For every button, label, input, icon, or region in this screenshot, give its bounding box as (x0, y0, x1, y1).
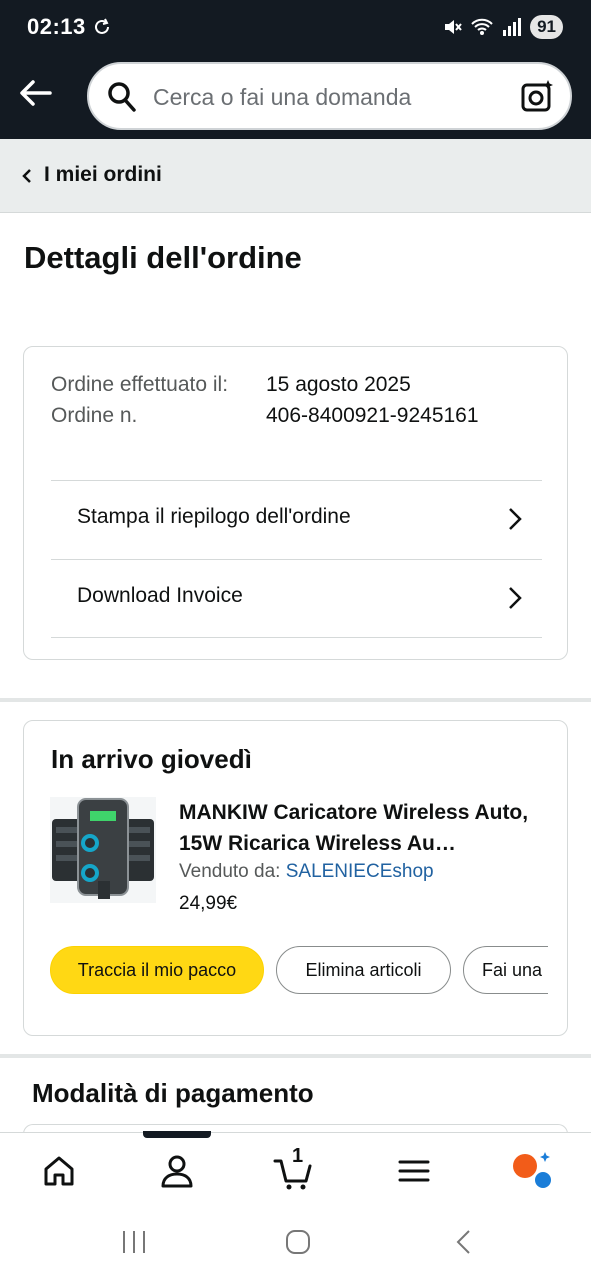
section-divider (0, 698, 591, 702)
order-meta-values: 15 agosto 2025 406-8400921-9245161 (266, 369, 479, 431)
battery-badge: 91 (530, 15, 563, 39)
product-title[interactable]: MANKIW Caricatore Wireless Auto, 15W Ric… (179, 797, 547, 859)
app-header: 02:13 91 Cerca o fai una domanda (0, 0, 591, 139)
page-title: Dettagli dell'ordine (24, 240, 302, 275)
status-time: 02:13 (27, 14, 86, 39)
home-icon[interactable] (39, 1151, 79, 1191)
order-number-label: Ordine n. (51, 404, 138, 427)
ask-question-button[interactable]: Fai una (463, 946, 548, 994)
chevron-right-icon (509, 587, 522, 609)
download-invoice-label: Download Invoice (77, 584, 243, 607)
payment-section-title: Modalità di pagamento (32, 1078, 314, 1108)
active-tab-indicator (143, 1131, 211, 1138)
chevron-right-icon (509, 508, 522, 530)
shipment-card: In arrivo giovedì MANKIW Caricatore Wire… (23, 720, 568, 1036)
breadcrumb[interactable]: I miei ordini (0, 139, 591, 213)
print-summary-link[interactable]: Stampa il riepilogo dell'ordine (51, 480, 542, 559)
bottom-nav: 1 (0, 1131, 591, 1210)
menu-icon[interactable] (394, 1151, 434, 1191)
back-button-icon[interactable] (452, 1228, 476, 1256)
product-price: 24,99€ (179, 893, 238, 914)
breadcrumb-label[interactable]: I miei ordini (44, 163, 162, 187)
delete-items-button[interactable]: Elimina articoli (276, 946, 451, 994)
search-icon (108, 82, 136, 112)
search-bar[interactable]: Cerca o fai una domanda (87, 62, 572, 130)
sync-icon (95, 18, 109, 34)
sold-by-label: Venduto da: (179, 861, 281, 882)
back-arrow-icon[interactable] (18, 78, 52, 108)
order-placed-label: Ordine effettuato il: (51, 373, 229, 396)
system-navigation (0, 1210, 591, 1280)
product-image[interactable] (50, 797, 156, 903)
cart-count-badge: 1 (292, 1145, 304, 1167)
order-summary-card: Ordine effettuato il: Ordine n. 15 agost… (23, 346, 568, 660)
seller-link[interactable]: SALENIECEshop (286, 861, 434, 882)
order-placed-value: 15 agosto 2025 (266, 373, 411, 396)
search-input[interactable]: Cerca o fai una domanda (153, 84, 411, 111)
download-invoice-link[interactable]: Download Invoice (51, 559, 542, 638)
chevron-left-icon (22, 169, 31, 183)
track-package-button[interactable]: Traccia il mio pacco (50, 946, 264, 994)
shipment-actions: Traccia il mio pacco Elimina articoli Fa… (50, 946, 548, 996)
account-icon[interactable] (157, 1151, 197, 1191)
order-number-value: 406-8400921-9245161 (266, 404, 479, 427)
mute-icon (445, 20, 462, 34)
section-divider (0, 1054, 591, 1058)
recent-apps-icon[interactable] (120, 1228, 148, 1256)
rufus-icon[interactable] (511, 1151, 551, 1191)
home-button-icon[interactable] (284, 1228, 312, 1256)
wifi-icon (471, 18, 493, 35)
order-meta-labels: Ordine effettuato il: Ordine n. (51, 369, 251, 431)
camera-search-icon[interactable] (520, 79, 554, 113)
sold-by: Venduto da: SALENIECEshop (179, 861, 434, 883)
shipment-title: In arrivo giovedì (51, 744, 252, 774)
signal-icon (503, 18, 522, 36)
status-bar: 02:13 91 (0, 0, 591, 56)
print-summary-label: Stampa il riepilogo dell'ordine (77, 505, 351, 528)
